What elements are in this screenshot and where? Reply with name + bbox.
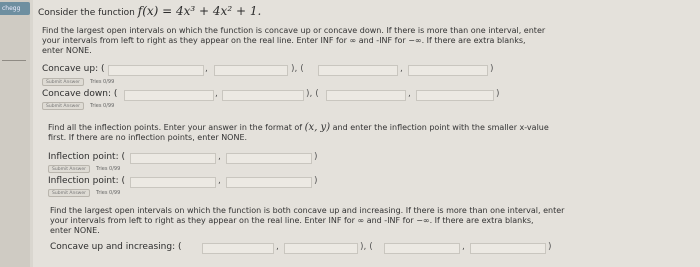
part1-line-1: Find the largest open intervals on which… [42,26,546,35]
inflection-point2-x[interactable] [130,177,216,188]
part3-instructions: Find the largest open intervals on which… [50,206,650,236]
comma-separator: , [462,242,465,252]
comma-separator: , [400,64,403,74]
submit-answer-button[interactable]: Submit Answer [48,189,90,197]
tries-counter: Tries 0/99 [90,103,115,109]
comma-separator: , [205,64,208,74]
concave-up-interval1-end[interactable] [214,65,288,76]
inflection-point-label: Inflection point: ( [48,176,125,186]
part3-line-3: enter NONE. [50,226,100,235]
xy-format: (x, y) [304,122,331,133]
interval-separator: ), ( [291,64,304,74]
part2-instructions: Find all the inflection points. Enter yo… [48,123,648,143]
part2-line-2: first. If there are no inflection points… [48,133,248,142]
part2-text-b: and enter the inflection point with the … [332,123,549,132]
comma-separator: , [408,89,411,99]
part2-line-1: Find all the inflection points. Enter yo… [48,123,648,133]
comma-separator: , [276,242,279,252]
concave-up-interval2-start[interactable] [318,65,398,76]
part1-instructions: Find the largest open intervals on which… [42,26,642,56]
part3-line-1: Find the largest open intervals on which… [50,206,565,215]
question-title: Consider the function f(x) = 4x³ + 4x² +… [38,4,261,18]
chegg-logo: chegg [0,2,30,15]
close-paren: ) [314,152,318,162]
concave-down-interval1-end[interactable] [222,90,304,101]
part3-line-2: your intervals from left to right as the… [50,216,534,225]
left-rail [0,0,30,267]
cu-increasing-interval2-end[interactable] [470,243,546,254]
close-paren: ) [496,89,500,99]
close-paren: ) [314,176,318,186]
interval-separator: ), ( [306,89,319,99]
inflection-point-label: Inflection point: ( [48,152,125,162]
cu-increasing-interval1-start[interactable] [202,243,274,254]
close-paren: ) [548,242,552,252]
submit-answer-button[interactable]: Submit Answer [42,78,84,86]
tries-counter: Tries 0/99 [90,79,115,85]
concave-down-interval2-start[interactable] [326,90,406,101]
submit-answer-button[interactable]: Submit Answer [42,102,84,110]
concave-down-interval1-start[interactable] [124,90,214,101]
question-prefix: Consider the function [38,8,135,18]
close-paren: ) [490,64,494,74]
comma-separator: , [218,176,221,186]
part1-line-2: your intervals from left to right as the… [42,36,526,45]
concave-down-label: Concave down: ( [42,89,118,99]
cu-increasing-interval1-end[interactable] [284,243,358,254]
concave-down-interval2-end[interactable] [416,90,494,101]
inflection-point1-x[interactable] [130,153,216,164]
inflection-point2-y[interactable] [226,177,312,188]
concave-up-interval2-end[interactable] [408,65,488,76]
interval-separator: ), ( [360,242,373,252]
tries-counter: Tries 0/99 [96,190,121,196]
part2-text-a: Find all the inflection points. Enter yo… [48,123,303,132]
function-expression: f(x) = 4x³ + 4x² + 1. [137,4,262,18]
inflection-point1-y[interactable] [226,153,312,164]
tries-counter: Tries 0/99 [96,166,121,172]
cu-increasing-interval2-start[interactable] [384,243,460,254]
divider [2,60,26,61]
concave-up-increasing-label: Concave up and increasing: ( [50,242,182,252]
part1-line-3: enter NONE. [42,46,92,55]
concave-up-label: Concave up: ( [42,64,105,74]
concave-up-interval1-start[interactable] [108,65,204,76]
comma-separator: , [218,152,221,162]
submit-answer-button[interactable]: Submit Answer [48,165,90,173]
comma-separator: , [215,89,218,99]
